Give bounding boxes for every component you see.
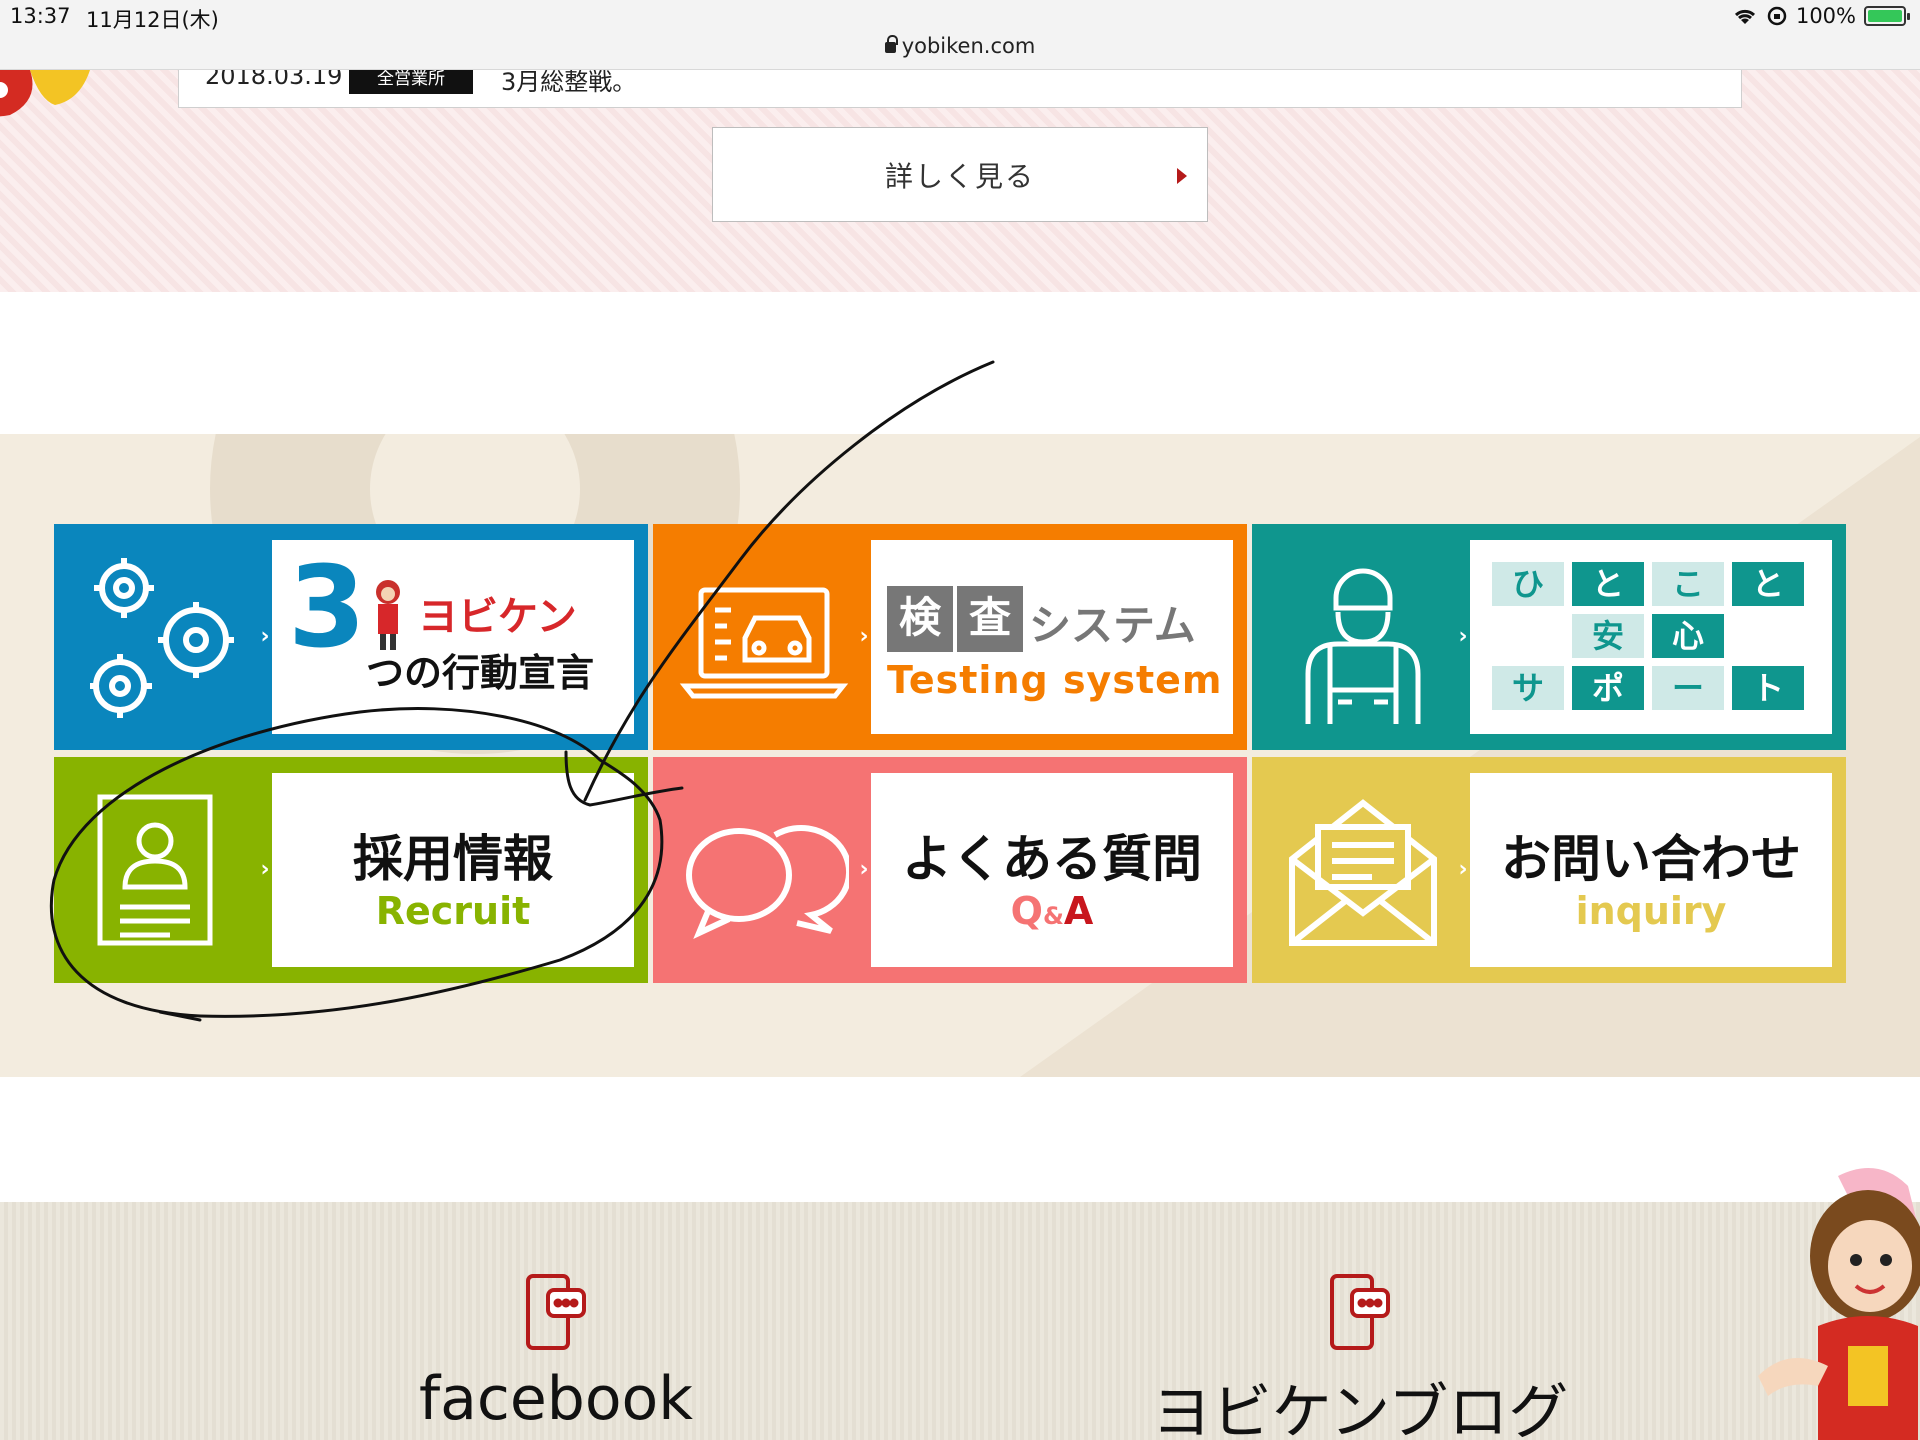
- tile-recruit-subtitle: Recruit: [375, 889, 531, 933]
- tile-faq-title: よくある質問: [902, 830, 1202, 888]
- tile-testing-system-text: システム: [1029, 601, 1196, 650]
- tile-action-line2: つの行動宣言: [366, 651, 595, 695]
- tile-inquiry[interactable]: › お問い合わせ inquiry: [1252, 757, 1846, 983]
- support-grid-cell: と: [1732, 562, 1804, 606]
- tile-panel: ひ と こ と 安 心 サ ポ ー ト: [1470, 540, 1832, 734]
- status-indicators: 100%: [1732, 4, 1910, 28]
- tile-inquiry-title: お問い合わせ: [1501, 830, 1801, 888]
- support-grid-cell: [1492, 614, 1564, 658]
- support-grid-cell: [1732, 614, 1804, 658]
- mechanic-icon: [1305, 568, 1421, 724]
- tile-testing-kanji-2: 査: [957, 586, 1023, 652]
- tile-faq-subtitle: Q&A: [871, 889, 1233, 933]
- envelope-icon: [1289, 799, 1437, 946]
- support-grid-cell: ひ: [1492, 562, 1564, 606]
- tile-recruit-title: 採用情報: [353, 830, 553, 888]
- address-bar[interactable]: yobiken.com: [0, 34, 1920, 58]
- url-text: yobiken.com: [901, 34, 1036, 58]
- tile-testing-kanji-1: 検: [887, 586, 953, 652]
- blog-label: ヨビケンブログ: [1151, 1378, 1569, 1440]
- support-grid-cell: ポ: [1572, 666, 1644, 710]
- tile-inquiry-subtitle: inquiry: [1575, 889, 1727, 933]
- battery-level: [1868, 10, 1902, 22]
- gears-icon: [90, 558, 234, 718]
- support-grid-cell: サ: [1492, 666, 1564, 710]
- tile-panel: 検 査 システム Testing system: [871, 540, 1233, 734]
- facebook-label: facebook: [418, 1364, 694, 1434]
- tile-faq[interactable]: › よくある質問 Q&A: [653, 757, 1247, 983]
- news-title[interactable]: 3月総整戦。: [501, 70, 636, 97]
- chevron-right-icon: [1177, 168, 1187, 184]
- news-section: 2018.03.19 全営業所 3月総整戦。 詳しく見る: [0, 70, 1920, 292]
- rotation-lock-icon: [1767, 6, 1787, 26]
- support-grid-cell: と: [1572, 562, 1644, 606]
- lock-icon: [884, 35, 898, 53]
- social-section: [0, 1202, 1920, 1440]
- facebook-link[interactable]: facebook: [400, 1272, 712, 1434]
- tile-action-declaration[interactable]: › 3 ヨビケン つの行動宣言: [54, 524, 648, 750]
- tile-panel: 採用情報 Recruit: [272, 773, 634, 967]
- smartphone-chat-icon: [526, 1274, 586, 1350]
- speech-bubbles-icon: [686, 824, 849, 939]
- mascot-small-illustration: [376, 580, 400, 650]
- wifi-icon: [1734, 9, 1755, 24]
- status-bar: 13:37 11月12日(木) 100% yobiken.com: [0, 0, 1920, 70]
- battery-percent: 100%: [1795, 4, 1856, 28]
- tile-faq-amp: &: [1042, 902, 1064, 930]
- mascot-illustration: [1758, 1168, 1920, 1440]
- support-word-grid: ひ と こ と 安 心 サ ポ ー ト: [1492, 562, 1804, 710]
- tile-number: 3: [288, 543, 366, 673]
- tile-faq-q: Q: [1010, 889, 1043, 933]
- more-button[interactable]: 詳しく見る: [712, 127, 1208, 222]
- status-time: 13:37: [10, 4, 71, 28]
- tile-action-line1: ヨビケン: [418, 594, 577, 640]
- blog-link[interactable]: ヨビケンブログ: [1140, 1272, 1580, 1440]
- news-category-badge: 全営業所: [349, 70, 473, 94]
- support-grid-cell: ト: [1732, 666, 1804, 710]
- tile-recruit[interactable]: › 採用情報 Recruit: [54, 757, 648, 983]
- tile-panel: お問い合わせ inquiry: [1470, 773, 1832, 967]
- tile-support[interactable]: › ひ と こ と 安 心 サ ポ ー ト: [1252, 524, 1846, 750]
- tile-faq-a: A: [1063, 889, 1094, 933]
- support-grid-cell: 安: [1572, 614, 1644, 658]
- mascot-illustration: [0, 70, 90, 117]
- battery-icon: [1864, 6, 1910, 26]
- news-date: 2018.03.19: [205, 70, 343, 90]
- smartphone-chat-icon: [1330, 1274, 1390, 1350]
- tile-panel: よくある質問 Q&A: [871, 773, 1233, 967]
- tile-panel: 3 ヨビケン つの行動宣言: [272, 540, 634, 734]
- tile-testing-english: Testing system: [887, 658, 1223, 702]
- tile-testing-system[interactable]: › 検 査 システム Testing system: [653, 524, 1247, 750]
- support-grid-cell: ー: [1652, 666, 1724, 710]
- resume-icon: [97, 794, 213, 946]
- news-item[interactable]: 2018.03.19 全営業所 3月総整戦。: [178, 70, 1742, 108]
- laptop-car-icon: [679, 587, 849, 699]
- status-date: 11月12日(木): [86, 8, 219, 32]
- support-grid-cell: こ: [1652, 562, 1724, 606]
- more-button-label: 詳しく見る: [884, 159, 1035, 193]
- support-grid-cell: 心: [1652, 614, 1724, 658]
